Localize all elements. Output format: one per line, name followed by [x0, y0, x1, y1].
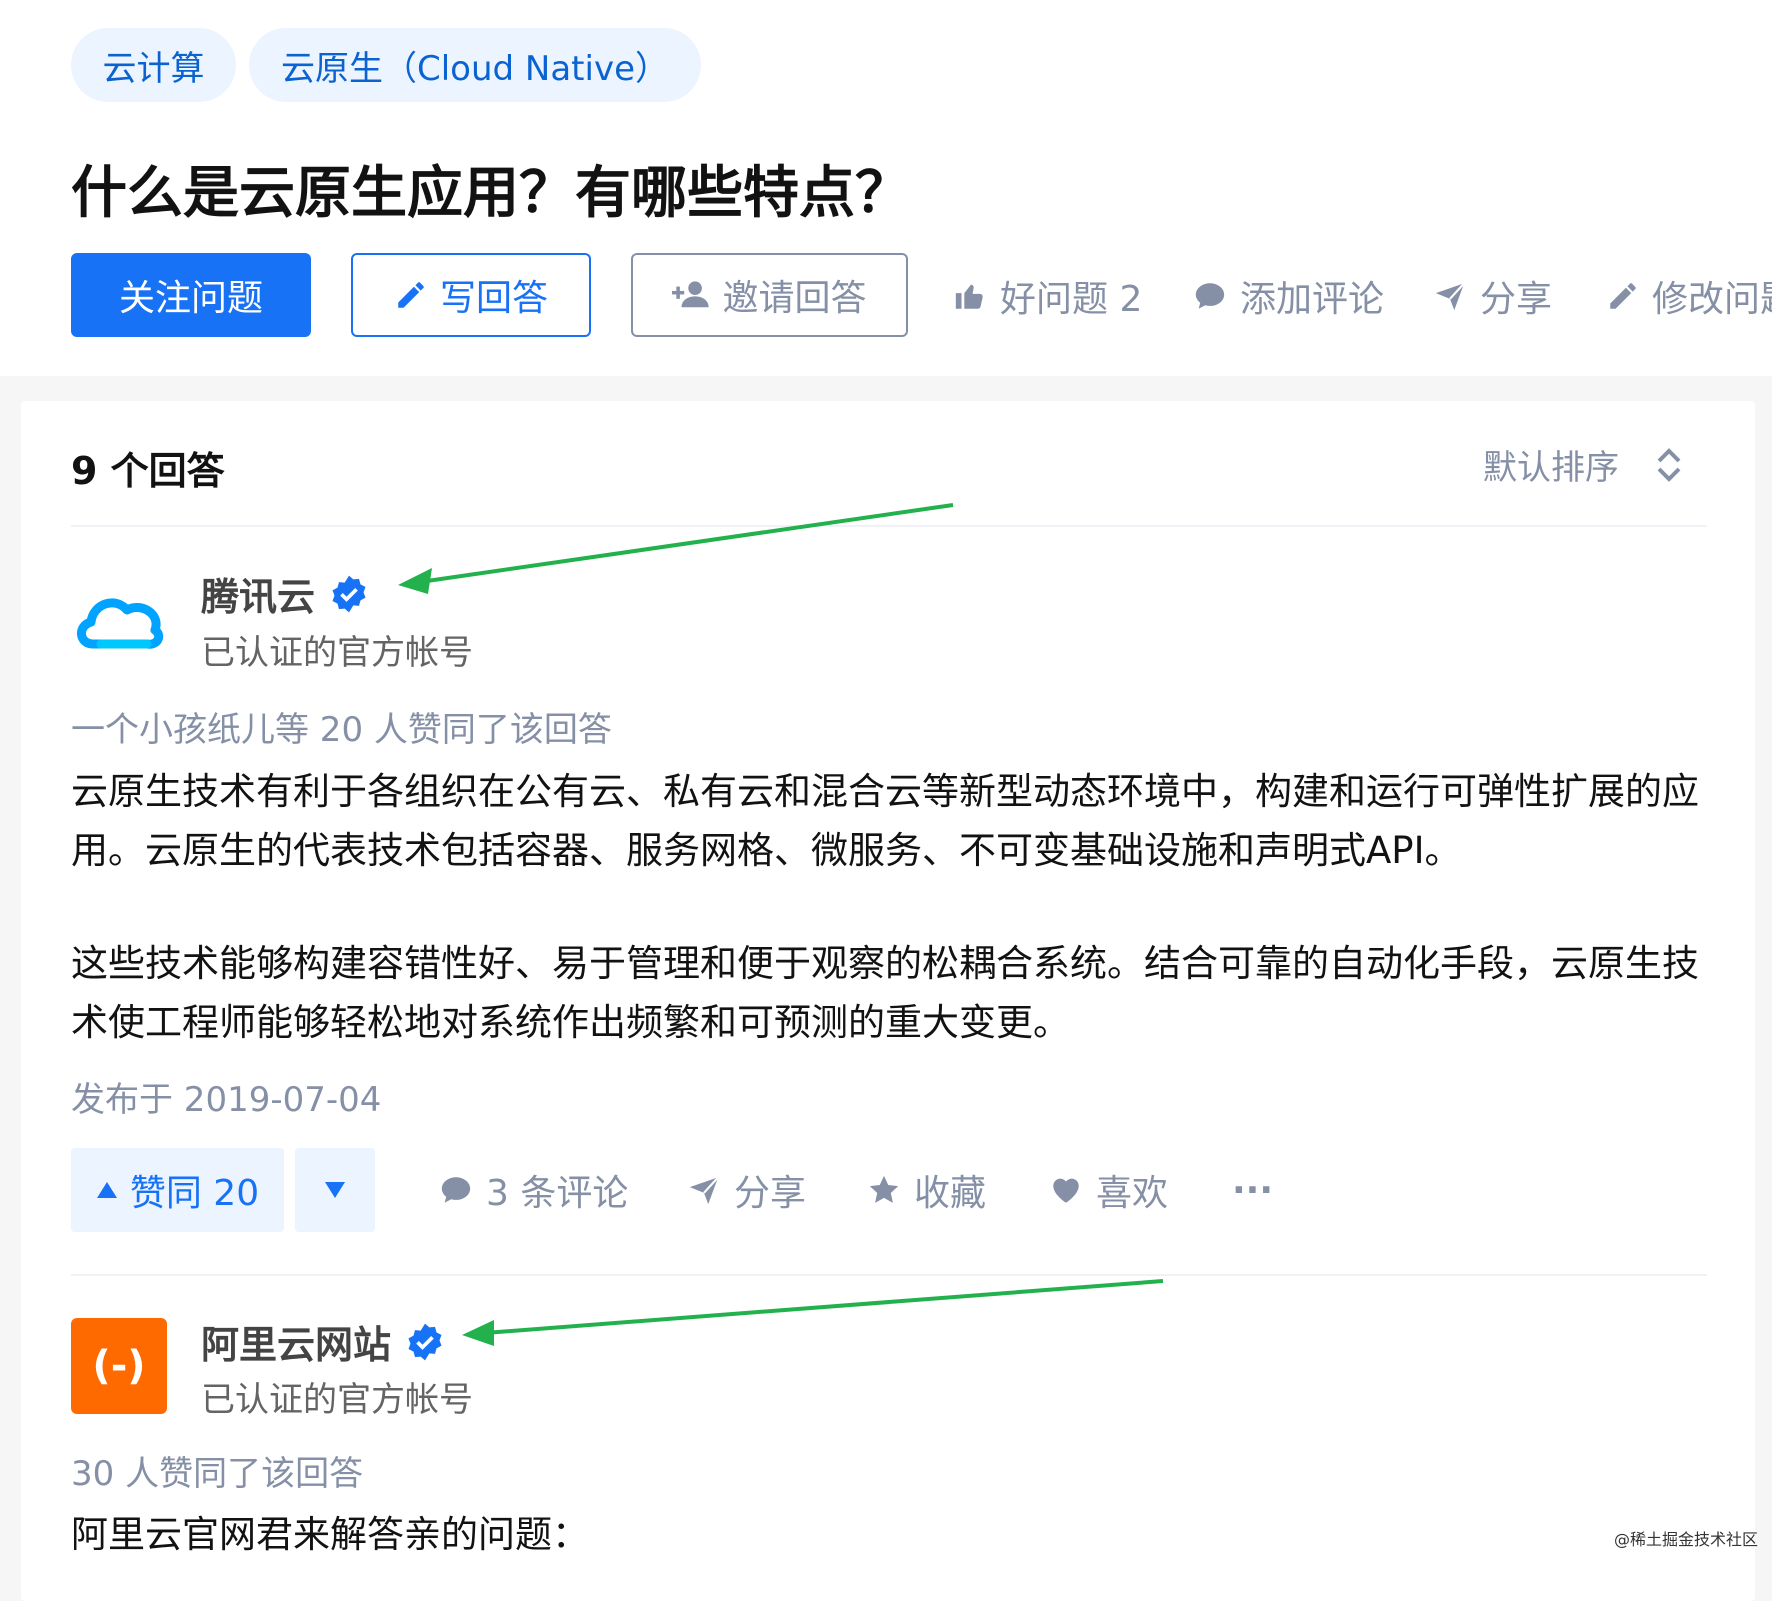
star-icon — [866, 1173, 902, 1207]
comment-bubble-icon — [438, 1173, 474, 1207]
question-header: 云计算 云原生（Cloud Native） 什么是云原生应用？有哪些特点？ 关注… — [0, 0, 1772, 376]
like-label: 喜欢 — [1096, 1173, 1169, 1214]
collect-label: 收藏 — [914, 1173, 987, 1214]
comment-bubble-icon — [1192, 279, 1228, 313]
sort-dropdown[interactable]: 默认排序 — [1483, 440, 1683, 489]
paper-plane-icon — [1432, 279, 1468, 313]
header-divider — [71, 525, 1707, 527]
add-comment-button[interactable]: 添加评论 — [1192, 270, 1384, 322]
answer-paragraph: 阿里云官网君来解答亲的问题： — [71, 1513, 589, 1556]
share-question-button[interactable]: 分享 — [1432, 270, 1552, 322]
tencent-cloud-logo-icon — [77, 598, 164, 649]
author-name: 阿里云网站 — [201, 1323, 392, 1367]
share-answer-label: 分享 — [734, 1173, 807, 1214]
add-comment-label: 添加评论 — [1240, 279, 1385, 320]
watermark: @稀土掘金技术社区 — [1614, 1530, 1759, 1549]
author-name-link[interactable]: 腾讯云 — [201, 566, 369, 621]
answer-paragraph: 这些技术能够构建容错性好、易于管理和便于观察的松耦合系统。结合可靠的自动化手段，… — [71, 942, 1699, 1044]
answer-divider — [71, 1274, 1707, 1276]
vote-up-button[interactable]: 赞同 20 — [71, 1148, 284, 1232]
comments-button[interactable]: 3 条评论 — [438, 1164, 628, 1216]
good-question-label: 好问题 2 — [1000, 279, 1143, 320]
more-options-button[interactable]: ··· — [1232, 1164, 1273, 1216]
pencil-icon — [1606, 279, 1640, 313]
answer-paragraph: 云原生技术有利于各组织在公有云、私有云和混合云等新型动态环境中，构建和运行可弹性… — [71, 770, 1699, 872]
share-question-label: 分享 — [1480, 279, 1553, 320]
like-button[interactable]: 喜欢 — [1048, 1164, 1168, 1216]
follow-question-button[interactable]: 关注问题 — [71, 253, 311, 337]
edit-question-label: 修改问题 — [1652, 279, 1772, 320]
answer-voters[interactable]: 30 人赞同了该回答 — [71, 1446, 363, 1495]
sort-label: 默认排序 — [1483, 448, 1619, 488]
tencent-cloud-avatar[interactable] — [71, 574, 167, 670]
pencil-icon — [394, 278, 428, 312]
vote-down-button[interactable] — [295, 1148, 375, 1232]
topic-tag-cloud-computing[interactable]: 云计算 — [71, 28, 236, 102]
write-answer-label: 写回答 — [439, 278, 548, 319]
aliyun-logo-icon: (-) — [92, 1343, 146, 1389]
verified-badge-icon — [329, 574, 369, 614]
paper-plane-icon — [686, 1173, 722, 1207]
author-name: 腾讯云 — [201, 575, 316, 619]
vote-up-label: 赞同 20 — [129, 1173, 260, 1214]
author-name-link[interactable]: 阿里云网站 — [201, 1314, 445, 1369]
write-answer-button[interactable]: 写回答 — [351, 253, 591, 337]
answer-voters[interactable]: 一个小孩纸儿等 20 人赞同了该回答 — [71, 702, 612, 751]
edit-question-button[interactable]: 修改问题 — [1606, 270, 1772, 322]
aliyun-avatar[interactable]: (-) — [71, 1318, 167, 1414]
answer-publish-date[interactable]: 发布于 2019-07-04 — [71, 1072, 381, 1121]
verified-badge-icon — [405, 1322, 445, 1362]
triangle-up-icon — [96, 1180, 118, 1200]
comments-label: 3 条评论 — [486, 1173, 629, 1214]
chevron-up-down-icon — [1655, 445, 1683, 485]
share-answer-button[interactable]: 分享 — [686, 1164, 806, 1216]
invite-answer-label: 邀请回答 — [722, 278, 867, 319]
author-subtitle: 已认证的官方帐号 — [201, 1380, 473, 1420]
question-title: 什么是云原生应用？有哪些特点？ — [71, 161, 911, 226]
add-user-icon — [672, 278, 710, 312]
topic-tag-cloud-native[interactable]: 云原生（Cloud Native） — [249, 28, 701, 102]
good-question-button[interactable]: 好问题 2 — [952, 270, 1142, 322]
thumbs-up-icon — [952, 279, 988, 313]
invite-answer-button[interactable]: 邀请回答 — [631, 253, 908, 337]
collect-button[interactable]: 收藏 — [866, 1164, 986, 1216]
heart-icon — [1048, 1173, 1084, 1207]
author-subtitle: 已认证的官方帐号 — [201, 633, 473, 673]
answers-count: 9 个回答 — [71, 449, 225, 493]
follow-question-label: 关注问题 — [118, 278, 263, 319]
more-options-label: ··· — [1232, 1169, 1274, 1211]
triangle-down-icon — [324, 1180, 346, 1200]
